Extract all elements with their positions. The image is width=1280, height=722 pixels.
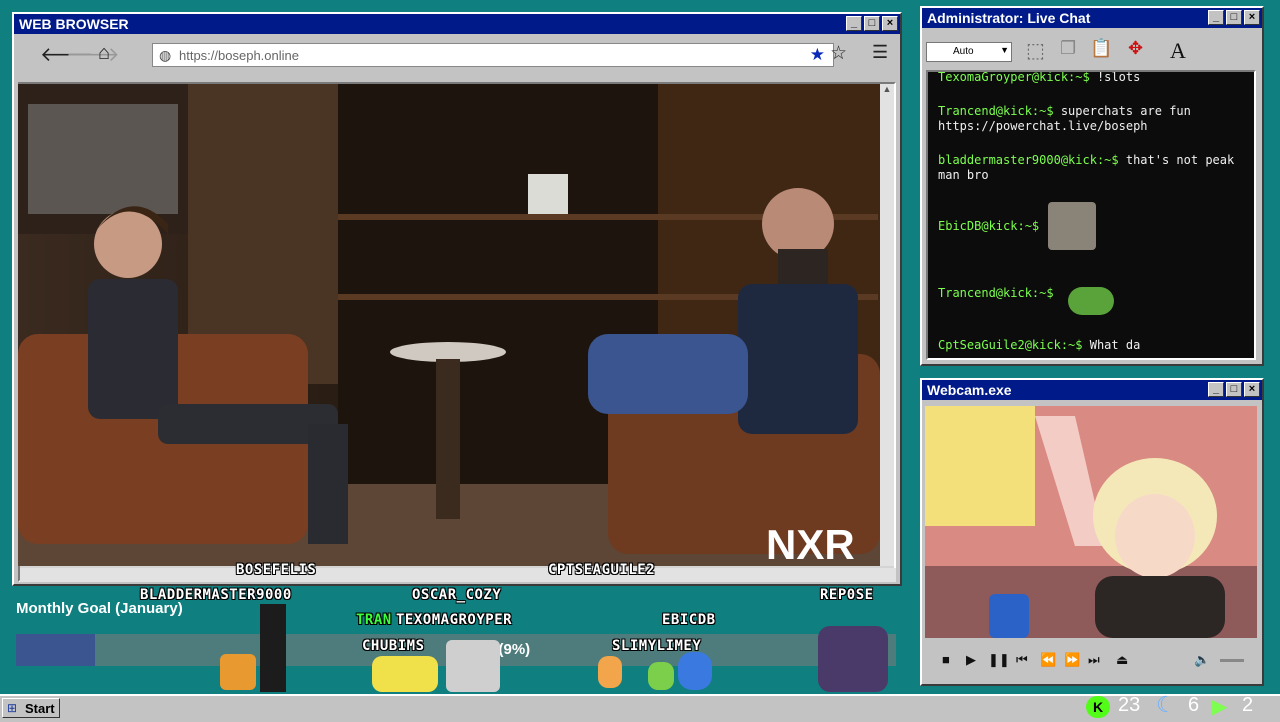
overlay-username: BOSEFELIS	[236, 562, 317, 578]
maximize-button[interactable]: □	[1226, 10, 1242, 25]
home-icon[interactable]: ⌂	[98, 42, 110, 65]
close-button[interactable]: ×	[1244, 10, 1260, 25]
close-button[interactable]: ×	[1244, 382, 1260, 397]
chat-message: TexomaGroyper@kick:~$ !slots	[938, 70, 1141, 84]
menu-icon[interactable]: ☰	[872, 42, 888, 63]
volume-icon[interactable]: 🔈	[1194, 652, 1210, 668]
play-icon[interactable]: ▶	[966, 652, 976, 668]
chat-message: bladdermaster9000@kick:~$ that's not pea…	[938, 153, 1235, 182]
globe-icon: ◍	[159, 47, 172, 63]
chat-message: CptSeaGuile2@kick:~$ What da	[938, 338, 1141, 352]
overlay-username: REP0SE	[820, 587, 874, 603]
play-circle-icon: ▶	[1212, 696, 1228, 718]
maximize-button[interactable]: □	[864, 16, 880, 31]
webcam-feed	[925, 406, 1257, 638]
video-player[interactable]: NXR	[18, 84, 880, 566]
skip-forward-icon[interactable]: ⏭	[1088, 652, 1100, 668]
fast-forward-icon[interactable]: ⏩	[1064, 652, 1080, 668]
dropdown-value: Auto	[953, 46, 974, 57]
overlay-username: CHUBIMS	[362, 638, 425, 654]
moon-count: 6	[1188, 694, 1200, 716]
horizontal-scrollbar[interactable]	[20, 568, 896, 582]
kick-icon: K	[1086, 696, 1110, 718]
overlay-username: TRAN	[356, 612, 392, 628]
sprite-image	[598, 656, 622, 688]
pause-icon[interactable]: ❚❚	[988, 652, 1010, 668]
minimize-button[interactable]: _	[1208, 10, 1224, 25]
sprite-image	[818, 626, 888, 692]
paste-icon[interactable]: 📋	[1090, 38, 1112, 59]
nxr-logo: NXR	[766, 521, 855, 566]
overlay-username: TEXOMAGROYPER	[396, 612, 513, 628]
minimize-button[interactable]: _	[1208, 382, 1224, 397]
select-icon[interactable]: ⬚	[1026, 38, 1045, 63]
url-text: https://boseph.online	[179, 48, 299, 63]
overlay-username: EBICDB	[662, 612, 716, 628]
goal-progress-fill	[16, 634, 96, 666]
forward-arrow-icon[interactable]: 🡒	[66, 42, 120, 67]
browser-toolbar: 🡐 🡒 ⌂ ◍ https://boseph.online ★ ☆ ☰	[14, 36, 900, 72]
emote-image	[1048, 202, 1096, 250]
move-icon[interactable]: ✥	[1128, 38, 1143, 59]
maximize-button[interactable]: □	[1226, 382, 1242, 397]
address-bar[interactable]: ◍ https://boseph.online ★	[152, 43, 834, 67]
podcast-scene-image: NXR	[18, 84, 880, 566]
sprite-image	[446, 640, 500, 692]
kick-count: 23	[1118, 694, 1141, 716]
chat-title: Administrator: Live Chat	[927, 10, 1091, 26]
webcam-title: Webcam.exe	[927, 382, 1012, 398]
windows-logo-icon: ⊞	[7, 701, 18, 715]
stop-icon[interactable]: ■	[942, 652, 950, 667]
font-size-dropdown[interactable]: Auto ▼	[926, 42, 1012, 62]
chat-message: Trancend@kick:~$ superchats are fun http…	[938, 104, 1191, 133]
browser-title: WEB BROWSER	[19, 16, 129, 32]
moon-icon: ☾	[1156, 692, 1176, 717]
overlay-username: BLADDERMASTER9000	[140, 587, 292, 603]
pepe-emote-image	[1068, 287, 1114, 315]
chat-log[interactable]: TexomaGroyper@kick:~$ !slots Trancend@ki…	[926, 70, 1256, 360]
sprite-image	[678, 652, 712, 690]
overlay-username: OSCAR_COZY	[412, 587, 502, 603]
copy-icon[interactable]: ❐	[1060, 38, 1076, 59]
close-button[interactable]: ×	[882, 16, 898, 31]
vertical-scrollbar[interactable]: ▲	[880, 84, 894, 566]
start-button[interactable]: ⊞ Start	[2, 698, 60, 718]
scroll-up-icon[interactable]: ▲	[880, 84, 894, 94]
chat-titlebar[interactable]: Administrator: Live Chat _ □ ×	[922, 8, 1262, 28]
sprite-image	[220, 654, 256, 690]
chevron-down-icon: ▼	[1000, 45, 1009, 55]
anime-avatar-image	[925, 406, 1257, 638]
skip-back-icon[interactable]: ⏮	[1016, 652, 1028, 668]
eject-icon[interactable]: ⏏	[1116, 652, 1128, 668]
sprite-image	[648, 662, 674, 690]
webcam-titlebar[interactable]: Webcam.exe _ □ ×	[922, 380, 1262, 400]
rewind-icon[interactable]: ⏪	[1040, 652, 1056, 668]
sprite-image	[372, 656, 438, 692]
favorites-star-icon[interactable]: ☆	[830, 42, 847, 65]
bookmark-star-icon[interactable]: ★	[810, 45, 825, 65]
volume-slider[interactable]	[1220, 659, 1244, 662]
minimize-button[interactable]: _	[846, 16, 862, 31]
browser-titlebar[interactable]: WEB BROWSER _ □ ×	[14, 14, 900, 34]
start-label: Start	[25, 701, 55, 716]
overlay-username: CPTSEAGUILE2	[548, 562, 656, 578]
play-count: 2	[1242, 694, 1254, 716]
sprite-image	[260, 604, 286, 692]
font-icon[interactable]: A	[1170, 38, 1186, 64]
